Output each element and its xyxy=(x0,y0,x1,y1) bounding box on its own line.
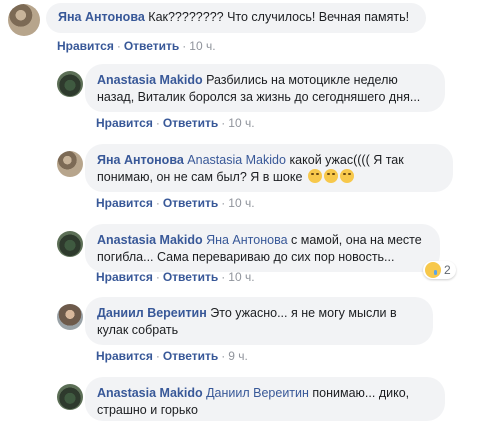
comment-timestamp[interactable]: 10 ч. xyxy=(228,196,254,210)
comment-bubble: Яна Антонова Anastasia Makido какой ужас… xyxy=(85,144,453,192)
reply-button[interactable]: Ответить xyxy=(163,349,218,363)
separator: · xyxy=(221,270,226,284)
avatar[interactable] xyxy=(57,151,83,177)
comment-author[interactable]: Anastasia Makido xyxy=(97,233,203,247)
like-button[interactable]: Нравится xyxy=(96,349,153,363)
comment-timestamp[interactable]: 10 ч. xyxy=(228,116,254,130)
crying-face-icon xyxy=(307,169,322,183)
comment-author[interactable]: Яна Антонова xyxy=(58,10,145,24)
comment-timestamp[interactable]: 9 ч. xyxy=(228,349,248,363)
like-button[interactable]: Нравится xyxy=(96,196,153,210)
like-button[interactable]: Нравится xyxy=(57,39,114,53)
reaction-count: 2 xyxy=(444,263,451,277)
avatar[interactable] xyxy=(8,4,40,36)
comment-bubble: Яна Антонова Как???????? Что случилось! … xyxy=(46,3,426,33)
comment-timestamp[interactable]: 10 ч. xyxy=(228,270,254,284)
comment-bubble: Anastasia Makido Даниил Вереитин понимаю… xyxy=(85,377,445,421)
separator: · xyxy=(155,116,160,130)
separator: · xyxy=(221,349,226,363)
separator: · xyxy=(155,349,160,363)
separator: · xyxy=(155,196,160,210)
reply-button[interactable]: Ответить xyxy=(124,39,179,53)
separator: · xyxy=(221,196,226,210)
comment-bubble: Даниил Вереитин Это ужасно... я не могу … xyxy=(85,297,433,345)
comment-text: Как???????? Что случилось! Вечная память… xyxy=(148,10,410,24)
comment-author[interactable]: Яна Антонова xyxy=(97,153,184,167)
sad-face-icon xyxy=(425,262,441,278)
comment-actions: Нравится · Ответить · 10 ч. xyxy=(96,270,255,284)
like-button[interactable]: Нравится xyxy=(96,270,153,284)
comment-bubble: Anastasia Makido Разбились на мотоцикле … xyxy=(85,64,445,112)
reply-button[interactable]: Ответить xyxy=(163,116,218,130)
comment-bubble: Anastasia Makido Яна Антонова с мамой, о… xyxy=(85,224,440,272)
comment-author[interactable]: Даниил Вереитин xyxy=(97,306,207,320)
separator: · xyxy=(155,270,160,284)
comment-actions: Нравится · Ответить · 10 ч. xyxy=(96,116,255,130)
comment-actions: Нравится · Ответить · 10 ч. xyxy=(96,196,255,210)
crying-face-icon xyxy=(323,169,338,183)
like-button[interactable]: Нравится xyxy=(96,116,153,130)
separator: · xyxy=(182,39,187,53)
comment-timestamp[interactable]: 10 ч. xyxy=(189,39,215,53)
avatar[interactable] xyxy=(57,71,83,97)
separator: · xyxy=(221,116,226,130)
comment-actions: Нравится · Ответить · 10 ч. xyxy=(57,39,216,53)
avatar[interactable] xyxy=(57,304,83,330)
reaction-badge[interactable]: 2 xyxy=(423,261,456,279)
separator: · xyxy=(116,39,121,53)
comment-actions: Нравится · Ответить · 9 ч. xyxy=(96,349,248,363)
comment-mention[interactable]: Anastasia Makido xyxy=(187,153,286,167)
comment-mention[interactable]: Даниил Вереитин xyxy=(206,386,309,400)
avatar[interactable] xyxy=(57,384,83,410)
comment-author[interactable]: Anastasia Makido xyxy=(97,73,203,87)
crying-face-icon xyxy=(339,169,354,183)
reply-button[interactable]: Ответить xyxy=(163,196,218,210)
avatar[interactable] xyxy=(57,231,83,257)
comment-mention[interactable]: Яна Антонова xyxy=(206,233,287,247)
reply-button[interactable]: Ответить xyxy=(163,270,218,284)
comment-author[interactable]: Anastasia Makido xyxy=(97,386,203,400)
